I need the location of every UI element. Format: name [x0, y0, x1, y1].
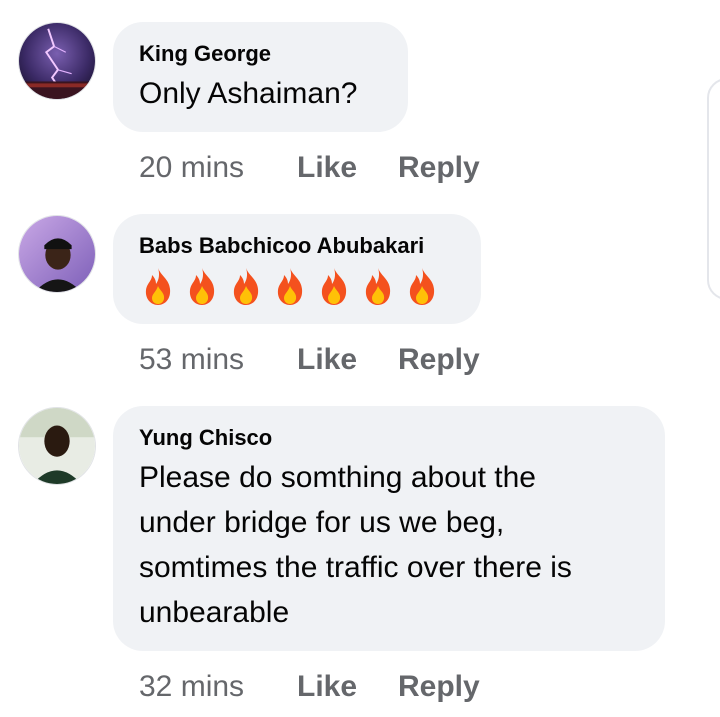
reply-button[interactable]: Reply — [398, 342, 480, 378]
comment-timestamp[interactable]: 53 mins — [139, 342, 297, 378]
fire-shape — [321, 268, 347, 305]
like-button[interactable]: Like — [297, 342, 398, 378]
reply-button[interactable]: Reply — [398, 150, 480, 186]
fire-shape — [145, 268, 171, 305]
storm-lightning-icon — [19, 23, 95, 99]
comment-actions: 20 mins Like Reply — [139, 150, 480, 186]
like-button[interactable]: Like — [297, 150, 398, 186]
fire-icon — [139, 266, 177, 306]
comment-timestamp[interactable]: 20 mins — [139, 150, 297, 186]
comment-thread: King George Only Ashaiman? 20 mins Like Re… — [0, 0, 720, 717]
comment-author[interactable]: Yung Chisco — [139, 423, 639, 453]
fire-icon — [403, 266, 441, 306]
comment-author[interactable]: King George — [139, 39, 382, 69]
avatar-babs-babchicoo[interactable] — [18, 215, 96, 293]
like-button[interactable]: Like — [297, 669, 398, 705]
comment-timestamp[interactable]: 32 mins — [139, 669, 297, 705]
fire-icon — [183, 266, 221, 306]
adjacent-panel-edge — [707, 78, 720, 300]
comment-bubble: Babs Babchicoo Abubakari — [113, 214, 481, 324]
fire-emoji-row — [139, 266, 455, 306]
fire-shape — [277, 268, 303, 305]
fire-shape — [409, 268, 435, 305]
comment-bubble: Yung Chisco Please do somthing about the… — [113, 406, 665, 651]
fire-icon — [271, 266, 309, 306]
comment-bubble: King George Only Ashaiman? — [113, 22, 408, 132]
fire-shape — [233, 268, 259, 305]
avatar-king-george[interactable] — [18, 22, 96, 100]
fire-icon — [359, 266, 397, 306]
fire-shape — [365, 268, 391, 305]
person-in-cap-icon — [19, 216, 95, 292]
avatar-yung-chisco[interactable] — [18, 407, 96, 485]
reply-button[interactable]: Reply — [398, 669, 480, 705]
comment-actions: 32 mins Like Reply — [139, 669, 480, 705]
comment-text: Please do somthing about the under bridg… — [139, 455, 639, 635]
comment-text: Only Ashaiman? — [139, 77, 358, 110]
fire-icon — [227, 266, 265, 306]
comment-author[interactable]: Babs Babchicoo Abubakari — [139, 231, 455, 261]
comment-text-line: Please do somthing about the — [139, 461, 536, 494]
comment-actions: 53 mins Like Reply — [139, 342, 480, 378]
comment-text-line: under bridge for us we beg, — [139, 506, 505, 539]
fire-icon — [315, 266, 353, 306]
fire-shape — [189, 268, 215, 305]
person-portrait-icon — [19, 408, 95, 484]
comment-text-line: unbearable — [139, 596, 290, 629]
comment-text-line: somtimes the traffic over there is — [139, 551, 572, 584]
